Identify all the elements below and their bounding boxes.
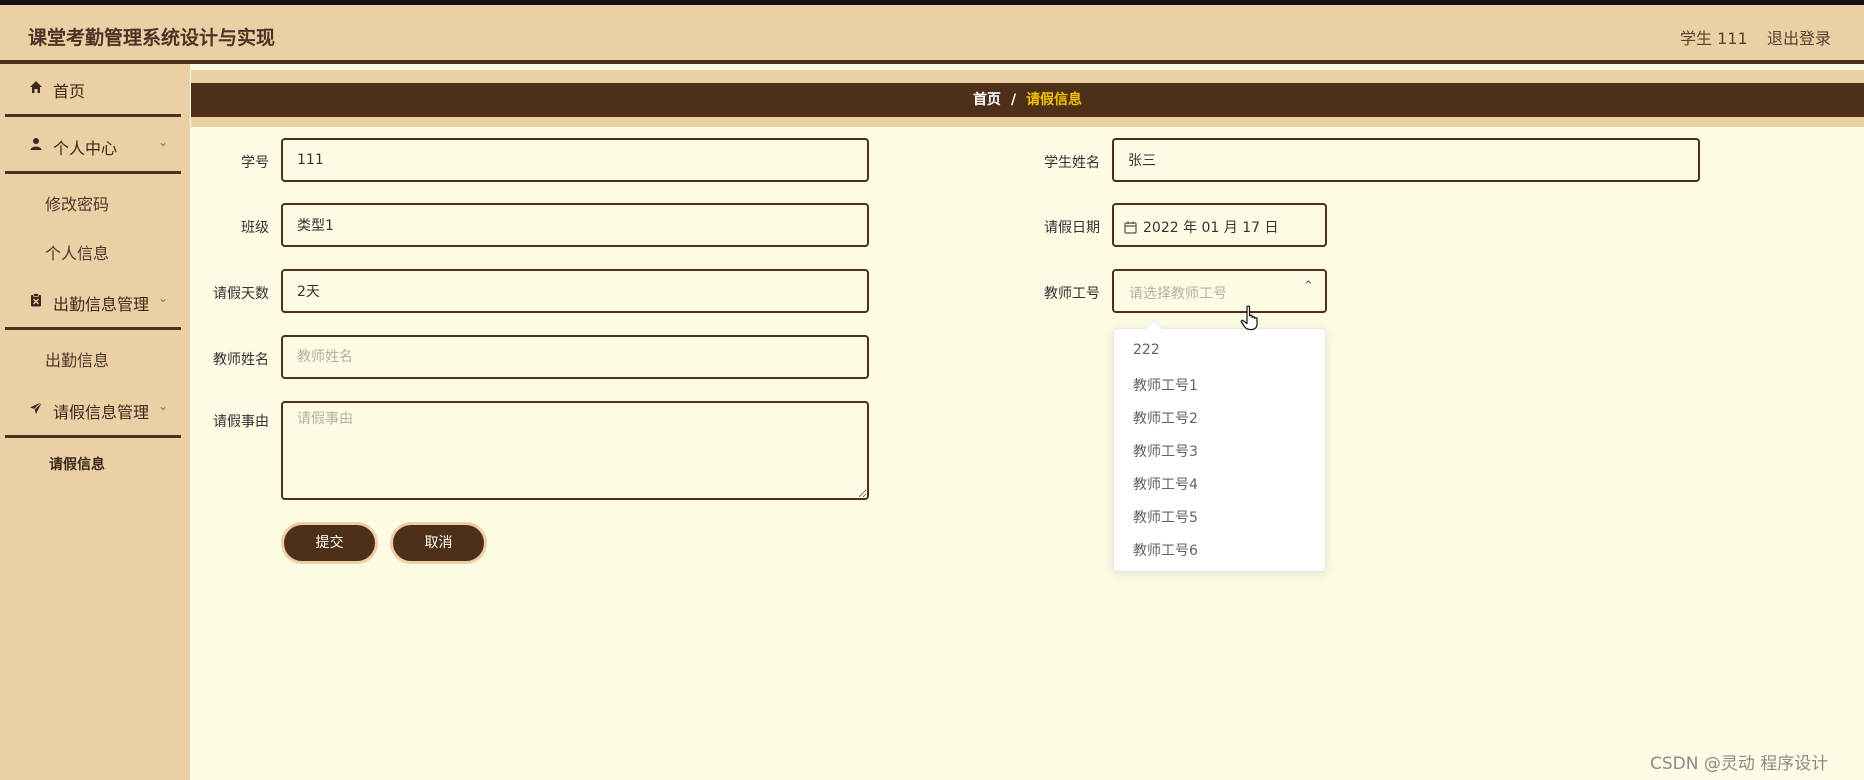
sidebar-item-label: 首页 (53, 82, 86, 101)
student-name-input[interactable] (1112, 138, 1700, 182)
dropdown-option[interactable]: 教师工号1 (1133, 375, 1198, 395)
sidebar-item-attendance-info[interactable]: 出勤信息 (45, 347, 109, 371)
sidebar-item-leave-info[interactable]: 请假信息 (49, 454, 105, 474)
sidebar-item-change-password[interactable]: 修改密码 (45, 191, 109, 215)
student-name-label: 学生姓名 (1044, 155, 1100, 171)
top-header: 课堂考勤管理系统设计与实现 学生 111 退出登录 (0, 5, 1864, 64)
breadcrumb-home[interactable]: 首页 (973, 92, 1001, 108)
chevron-down-icon: ⌄ (158, 399, 169, 413)
dropdown-option[interactable]: 教师工号4 (1133, 474, 1198, 494)
pointer-hand-icon (1240, 305, 1258, 331)
sidebar-item-label: 出勤信息管理 (53, 295, 150, 314)
teacher-name-label: 教师姓名 (213, 352, 269, 368)
user-icon (30, 138, 42, 150)
paper-plane-icon (30, 401, 43, 414)
home-icon (30, 81, 42, 93)
chevron-down-icon: ⌄ (158, 291, 169, 305)
clipboard-icon (31, 293, 41, 307)
watermark: CSDN @灵动 程序设计 (1650, 754, 1829, 774)
sidebar-divider (5, 327, 181, 330)
class-label: 班级 (241, 220, 269, 236)
leave-date-label: 请假日期 (1044, 220, 1100, 236)
class-input[interactable] (281, 203, 869, 247)
dropdown-option[interactable]: 222 (1133, 342, 1160, 358)
breadcrumb: 首页 / 请假信息 (191, 83, 1864, 117)
dropdown-option[interactable]: 教师工号2 (1133, 408, 1198, 428)
sidebar: 首页 个人中心 ⌄ 修改密码 个人信息 出勤信息管理 ⌄ 出勤信息 请假信息管理… (0, 64, 190, 780)
teacher-id-label: 教师工号 (1044, 286, 1100, 302)
current-user: 学生 111 (1680, 29, 1748, 48)
logout-link[interactable]: 退出登录 (1767, 25, 1831, 49)
leave-days-label: 请假天数 (213, 286, 269, 302)
reason-textarea[interactable] (281, 401, 869, 500)
chevron-down-icon: ⌄ (158, 135, 169, 149)
dropdown-option[interactable]: 教师工号5 (1133, 507, 1198, 527)
student-id-label: 学号 (241, 155, 269, 171)
calendar-icon (1124, 221, 1137, 234)
reason-label: 请假事由 (213, 414, 269, 430)
leave-days-input[interactable] (281, 269, 869, 313)
sidebar-divider (5, 114, 181, 117)
leave-date-value: 2022 年 01 月 17 日 (1143, 220, 1279, 236)
breadcrumb-current: 请假信息 (1026, 92, 1083, 108)
teacher-id-placeholder: 请选择教师工号 (1129, 286, 1227, 302)
submit-button[interactable]: 提交 (281, 522, 378, 564)
chevron-up-icon[interactable]: ⌃ (1303, 279, 1314, 294)
sidebar-divider (5, 435, 181, 438)
dropdown-option[interactable]: 教师工号6 (1133, 540, 1198, 560)
cancel-button[interactable]: 取消 (390, 522, 487, 564)
sidebar-divider (5, 171, 181, 174)
student-id-input[interactable] (281, 138, 869, 182)
sidebar-item-label: 请假信息管理 (53, 403, 150, 422)
sidebar-item-personal-info[interactable]: 个人信息 (45, 240, 109, 264)
teacher-id-dropdown: 222 教师工号1 教师工号2 教师工号3 教师工号4 教师工号5 教师工号6 (1113, 328, 1326, 572)
breadcrumb-separator: / (1010, 92, 1017, 108)
teacher-name-input[interactable] (281, 335, 869, 379)
dropdown-option[interactable]: 教师工号3 (1133, 441, 1198, 461)
sidebar-item-label: 个人中心 (53, 139, 118, 158)
app-title: 课堂考勤管理系统设计与实现 (28, 27, 276, 49)
